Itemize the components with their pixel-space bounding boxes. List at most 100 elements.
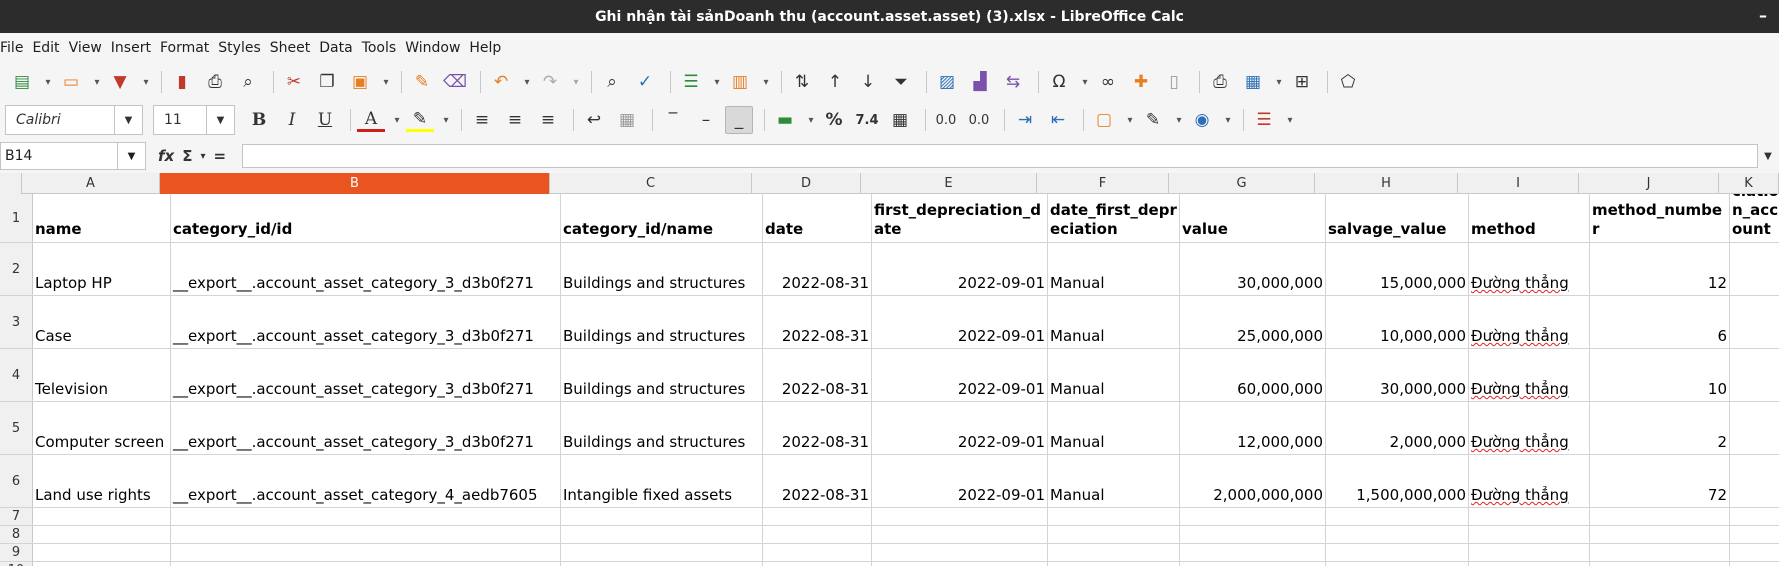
menu-file[interactable]: File	[0, 40, 32, 56]
borders-icon[interactable]: ▢	[1090, 106, 1118, 134]
sum-dropdown-icon[interactable]: ▾	[200, 151, 205, 162]
column-icon[interactable]: ▥	[726, 68, 754, 96]
currency-format-icon[interactable]: ▬	[771, 106, 799, 134]
menu-styles[interactable]: Styles	[218, 40, 269, 56]
cell-b5[interactable]: __export__.account_asset_category_3_d3b0…	[171, 402, 561, 454]
cell-d3[interactable]: 2022-08-31	[763, 296, 872, 348]
align-right-icon[interactable]: ≡	[534, 106, 562, 134]
column-header-i[interactable]: I	[1458, 173, 1579, 194]
cell-g3[interactable]: 25,000,000	[1180, 296, 1326, 348]
cell-f10[interactable]	[1048, 562, 1180, 566]
cell-i10[interactable]	[1469, 562, 1590, 566]
cell-b6[interactable]: __export__.account_asset_category_4_aedb…	[171, 455, 561, 507]
align-left-icon[interactable]: ≡	[468, 106, 496, 134]
underline-button[interactable]: U	[311, 106, 339, 134]
conditional-format-dropdown-icon[interactable]: ▾	[1283, 106, 1297, 134]
cell-f8[interactable]	[1048, 526, 1180, 543]
border-color-dropdown-icon[interactable]: ▾	[1221, 106, 1235, 134]
cell-c2[interactable]: Buildings and structures	[561, 243, 763, 295]
cell-k7[interactable]	[1730, 508, 1779, 525]
font-name-box[interactable]: Calibri	[5, 105, 115, 135]
pivot-table-icon[interactable]: ⇆	[999, 68, 1027, 96]
comment-icon[interactable]: ✚	[1127, 68, 1155, 96]
cell-d6[interactable]: 2022-08-31	[763, 455, 872, 507]
cell-d8[interactable]	[763, 526, 872, 543]
cell-j4[interactable]: 10	[1590, 349, 1730, 401]
cell-f2[interactable]: Manual	[1048, 243, 1180, 295]
cell-a3[interactable]: Case	[33, 296, 171, 348]
align-bottom-icon[interactable]: _	[725, 106, 753, 134]
column-header-j[interactable]: J	[1579, 173, 1719, 194]
cell-k9[interactable]	[1730, 544, 1779, 561]
cell-d2[interactable]: 2022-08-31	[763, 243, 872, 295]
cell-i4[interactable]: Đường thẳng	[1469, 349, 1590, 401]
sort-icon[interactable]: ⇅	[788, 68, 816, 96]
menu-window[interactable]: Window	[405, 40, 469, 56]
menu-tools[interactable]: Tools	[362, 40, 406, 56]
cell-g2[interactable]: 30,000,000	[1180, 243, 1326, 295]
cell-g1[interactable]: value	[1180, 194, 1326, 242]
insert-image-icon[interactable]: ▨	[933, 68, 961, 96]
print-preview-icon[interactable]: ⌕	[234, 68, 262, 96]
cell-j8[interactable]	[1590, 526, 1730, 543]
paste-dropdown-icon[interactable]: ▾	[379, 68, 393, 96]
highlight-color-icon[interactable]: ✎	[406, 108, 434, 132]
cell-h6[interactable]: 1,500,000,000	[1326, 455, 1469, 507]
menu-help[interactable]: Help	[469, 40, 510, 56]
row-header[interactable]: 4	[0, 349, 33, 401]
cell-a2[interactable]: Laptop HP	[33, 243, 171, 295]
cell-d4[interactable]: 2022-08-31	[763, 349, 872, 401]
date-format-icon[interactable]: ▦	[886, 106, 914, 134]
cell-k3[interactable]	[1730, 296, 1779, 348]
cell-j9[interactable]	[1590, 544, 1730, 561]
cell-d9[interactable]	[763, 544, 872, 561]
cell-c7[interactable]	[561, 508, 763, 525]
font-size-dropdown-icon[interactable]: ▼	[207, 105, 235, 135]
row-header[interactable]: 5	[0, 402, 33, 454]
new-document-icon[interactable]: ▤	[8, 68, 36, 96]
cell-b2[interactable]: __export__.account_asset_category_3_d3b0…	[171, 243, 561, 295]
cell-k5[interactable]	[1730, 402, 1779, 454]
cell-a8[interactable]	[33, 526, 171, 543]
column-header-d[interactable]: D	[752, 173, 861, 194]
menu-format[interactable]: Format	[160, 40, 218, 56]
new-dropdown-icon[interactable]: ▾	[41, 68, 55, 96]
align-center-icon[interactable]: ≡	[501, 106, 529, 134]
save-icon[interactable]: ▼	[106, 68, 134, 96]
export-pdf-icon[interactable]: ▮	[168, 68, 196, 96]
cell-b1[interactable]: category_id/id	[171, 194, 561, 242]
cell-i6[interactable]: Đường thẳng	[1469, 455, 1590, 507]
cell-e2[interactable]: 2022-09-01	[872, 243, 1048, 295]
sort-descending-icon[interactable]: ↓	[854, 68, 882, 96]
cell-g9[interactable]	[1180, 544, 1326, 561]
row-dropdown-icon[interactable]: ▾	[710, 68, 724, 96]
cell-i5[interactable]: Đường thẳng	[1469, 402, 1590, 454]
cell-i9[interactable]	[1469, 544, 1590, 561]
cell-a4[interactable]: Television	[33, 349, 171, 401]
special-character-icon[interactable]: Ω	[1045, 68, 1073, 96]
menu-data[interactable]: Data	[319, 40, 361, 56]
autofilter-icon[interactable]: ⏷	[887, 68, 915, 96]
menu-edit[interactable]: Edit	[32, 40, 68, 56]
cell-f7[interactable]	[1048, 508, 1180, 525]
cell-k2[interactable]	[1730, 243, 1779, 295]
column-header-c[interactable]: C	[550, 173, 752, 194]
hyperlink-icon[interactable]: ∞	[1094, 68, 1122, 96]
insert-chart-icon[interactable]: ▟	[966, 68, 994, 96]
cell-i8[interactable]	[1469, 526, 1590, 543]
cell-e1[interactable]: first_depreciation_date	[872, 194, 1048, 242]
copy-icon[interactable]: ❐	[313, 68, 341, 96]
select-all-corner[interactable]	[0, 173, 22, 194]
cell-i3[interactable]: Đường thẳng	[1469, 296, 1590, 348]
cell-b10[interactable]	[171, 562, 561, 566]
cell-k8[interactable]	[1730, 526, 1779, 543]
cell-b9[interactable]	[171, 544, 561, 561]
conditional-format-icon[interactable]: ☰	[1250, 106, 1278, 134]
cell-e6[interactable]: 2022-09-01	[872, 455, 1048, 507]
cell-j10[interactable]	[1590, 562, 1730, 566]
cut-icon[interactable]: ✂	[280, 68, 308, 96]
column-header-g[interactable]: G	[1169, 173, 1315, 194]
header-footer-icon[interactable]: ▯	[1160, 68, 1188, 96]
clear-formatting-icon[interactable]: ⌫	[441, 68, 469, 96]
menu-sheet[interactable]: Sheet	[270, 40, 319, 56]
